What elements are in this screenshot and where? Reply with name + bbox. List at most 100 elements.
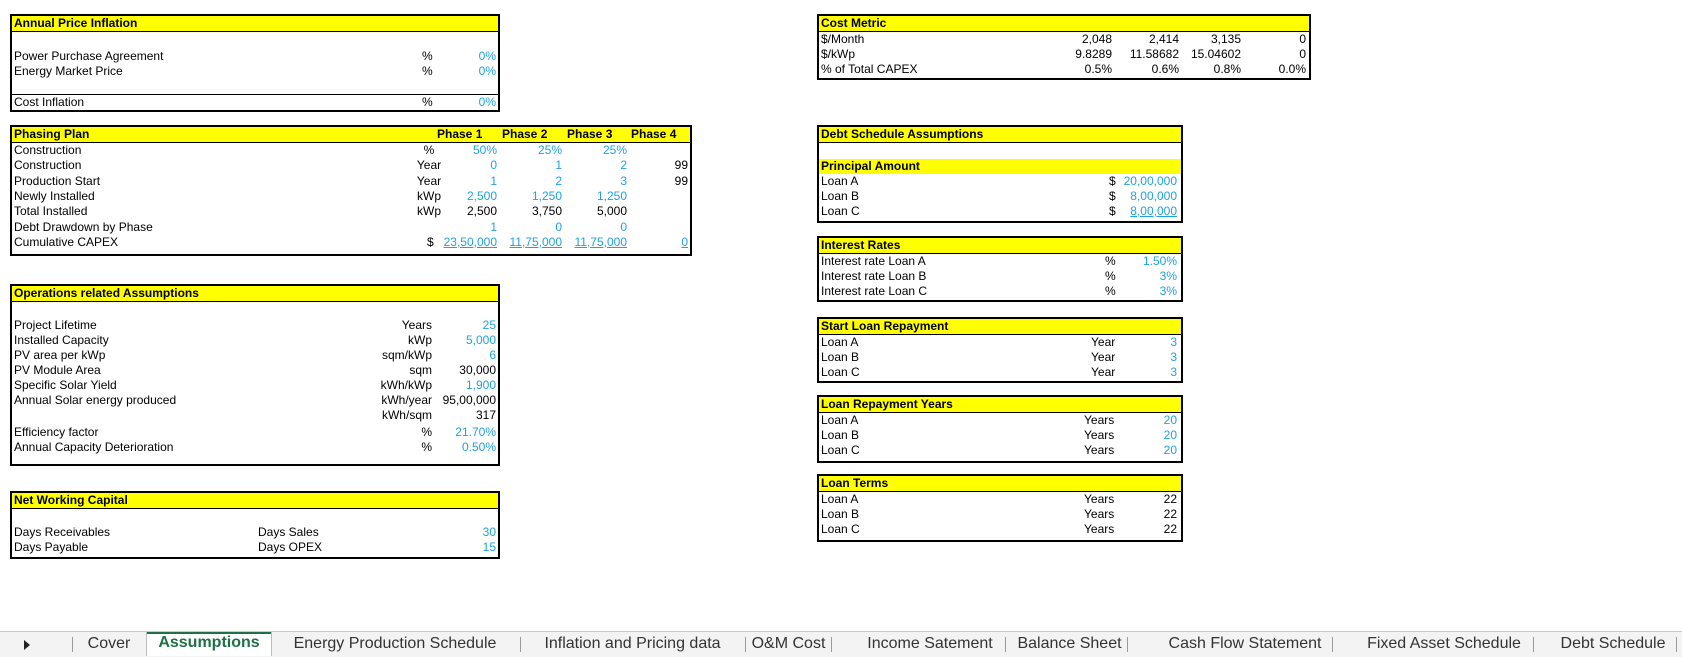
metric-cell[interactable]: 2,048 bbox=[1030, 32, 1112, 47]
row-value[interactable]: 25 bbox=[432, 318, 496, 333]
row-value[interactable]: 22 bbox=[1119, 522, 1177, 537]
row-label[interactable]: Construction bbox=[14, 158, 81, 173]
row-unit[interactable]: sqm/kWp bbox=[372, 348, 432, 363]
phase-cell[interactable]: 5,000 bbox=[567, 204, 627, 219]
metric-cell[interactable]: 9.8289 bbox=[1030, 47, 1112, 62]
phase-cell[interactable] bbox=[631, 220, 688, 235]
phase-cell[interactable]: 1 bbox=[437, 174, 497, 189]
row-label[interactable]: Annual Capacity Deterioration bbox=[14, 440, 173, 455]
row-label[interactable]: Loan A bbox=[821, 174, 858, 189]
row-label[interactable]: Loan B bbox=[821, 189, 859, 204]
row-unit[interactable]: % bbox=[1105, 269, 1116, 284]
row-value[interactable]: 30,000 bbox=[432, 363, 496, 378]
row-unit[interactable]: % bbox=[1105, 284, 1116, 299]
metric-cell[interactable]: 2,414 bbox=[1118, 32, 1179, 47]
row-value[interactable]: 20 bbox=[1119, 443, 1177, 458]
row-label[interactable]: Project Lifetime bbox=[14, 318, 97, 333]
row-label[interactable]: Construction bbox=[14, 143, 81, 158]
row-label[interactable]: Specific Solar Yield bbox=[14, 378, 117, 393]
phase-cell[interactable]: 25% bbox=[502, 143, 562, 158]
row-unit[interactable]: Years bbox=[1084, 492, 1114, 507]
row-label[interactable]: Loan B bbox=[821, 350, 859, 365]
row-label[interactable]: Cost Inflation bbox=[14, 95, 84, 110]
row-value[interactable]: 95,00,000 bbox=[432, 393, 496, 408]
row-value[interactable]: 22 bbox=[1119, 507, 1177, 522]
row-label[interactable]: Loan C bbox=[821, 204, 860, 219]
row-label[interactable]: Cumulative CAPEX bbox=[14, 235, 118, 250]
row-label[interactable]: Loan C bbox=[821, 443, 860, 458]
row-unit[interactable]: % bbox=[372, 425, 432, 440]
phase-cell[interactable]: 11,75,000 bbox=[567, 235, 628, 250]
phase-cell[interactable]: 0 bbox=[631, 235, 688, 250]
row-value[interactable]: 317 bbox=[432, 408, 496, 423]
row-label[interactable]: PV Module Area bbox=[14, 363, 101, 378]
row-value[interactable]: 20 bbox=[1119, 428, 1177, 443]
phase-cell[interactable] bbox=[631, 204, 688, 219]
row-unit[interactable]: kWh/kWp bbox=[372, 378, 432, 393]
row-label[interactable]: Loan A bbox=[821, 335, 858, 350]
phase-cell[interactable]: 1 bbox=[437, 220, 497, 235]
row-unit[interactable]: kWp bbox=[372, 333, 432, 348]
phase-cell[interactable]: 99 bbox=[631, 174, 688, 189]
row-value[interactable]: 20 bbox=[1119, 413, 1177, 428]
row-label[interactable]: Loan A bbox=[821, 492, 858, 507]
phase-cell[interactable]: 0 bbox=[437, 158, 497, 173]
row-value[interactable]: 3% bbox=[1119, 269, 1177, 284]
row-value[interactable]: 30 bbox=[442, 525, 496, 540]
row-label[interactable]: % of Total CAPEX bbox=[821, 62, 918, 77]
metric-cell[interactable]: 15.04602 bbox=[1183, 47, 1241, 62]
row-label[interactable]: Interest rate Loan B bbox=[821, 269, 926, 284]
row-label[interactable]: Debt Drawdown by Phase bbox=[14, 220, 153, 235]
row-value[interactable]: 20,00,000 bbox=[1115, 174, 1177, 189]
row-label[interactable]: $/Month bbox=[821, 32, 864, 47]
phase-cell[interactable]: 3 bbox=[567, 174, 627, 189]
row-value[interactable]: 5,000 bbox=[432, 333, 496, 348]
tab-balance-sheet[interactable]: Balance Sheet bbox=[1012, 633, 1127, 655]
metric-cell[interactable]: 0.8% bbox=[1183, 62, 1241, 77]
row-label[interactable]: Installed Capacity bbox=[14, 333, 109, 348]
row-label[interactable]: Production Start bbox=[14, 174, 100, 189]
row-label[interactable]: Interest rate Loan A bbox=[821, 254, 926, 269]
row-value[interactable]: 15 bbox=[442, 540, 496, 555]
row-unit[interactable]: Year bbox=[1091, 335, 1115, 350]
phase-cell[interactable]: 2 bbox=[502, 174, 562, 189]
row-unit[interactable]: sqm bbox=[372, 363, 432, 378]
phase-cell[interactable]: 99 bbox=[631, 158, 688, 173]
row-value[interactable]: 3 bbox=[1119, 350, 1177, 365]
tab-o-m-cost[interactable]: O&M Cost bbox=[746, 633, 831, 655]
row-unit[interactable]: Days OPEX bbox=[258, 540, 322, 555]
tab-inflation-and-pricing-data[interactable]: Inflation and Pricing data bbox=[520, 633, 745, 655]
row-label[interactable]: Annual Solar energy produced bbox=[14, 393, 176, 408]
row-unit[interactable]: % bbox=[1105, 254, 1116, 269]
phase-cell[interactable]: 1,250 bbox=[502, 189, 562, 204]
row-value[interactable]: 8,00,000 bbox=[1115, 189, 1177, 204]
row-value[interactable]: 0.50% bbox=[432, 440, 496, 455]
row-label[interactable]: Days Payable bbox=[14, 540, 88, 555]
tab-energy-production-schedule[interactable]: Energy Production Schedule bbox=[270, 633, 520, 655]
phase-cell[interactable]: 11,75,000 bbox=[502, 235, 563, 250]
row-value[interactable]: 8,00,000 bbox=[1115, 204, 1177, 219]
row-unit[interactable]: $ bbox=[427, 235, 437, 250]
row-unit[interactable]: Year bbox=[1091, 365, 1115, 380]
row-label[interactable]: Loan A bbox=[821, 413, 858, 428]
row-label[interactable]: $/kWp bbox=[821, 47, 855, 62]
tab-debt-schedule[interactable]: Debt Schedule bbox=[1550, 633, 1676, 655]
phase-cell[interactable] bbox=[631, 189, 688, 204]
row-unit[interactable]: Years bbox=[1084, 413, 1114, 428]
phase-cell[interactable]: 0 bbox=[502, 220, 562, 235]
phase-cell[interactable]: 2,500 bbox=[437, 204, 497, 219]
metric-cell[interactable]: 0 bbox=[1242, 47, 1306, 62]
row-label[interactable]: Loan C bbox=[821, 522, 860, 537]
metric-cell[interactable]: 0 bbox=[1242, 32, 1306, 47]
row-label[interactable]: Interest rate Loan C bbox=[821, 284, 927, 299]
metric-cell[interactable]: 11.58682 bbox=[1118, 47, 1179, 62]
row-unit[interactable]: Years bbox=[372, 318, 432, 333]
tab-cash-flow-statement[interactable]: Cash Flow Statement bbox=[1158, 633, 1332, 655]
row-unit[interactable]: % bbox=[422, 95, 433, 110]
row-unit[interactable]: % bbox=[422, 64, 433, 79]
tab-cover[interactable]: Cover bbox=[74, 633, 144, 655]
phase-cell[interactable]: 1 bbox=[502, 158, 562, 173]
row-unit[interactable]: Years bbox=[1084, 522, 1114, 537]
phase-cell[interactable] bbox=[631, 143, 688, 158]
row-unit[interactable]: Year bbox=[1091, 350, 1115, 365]
